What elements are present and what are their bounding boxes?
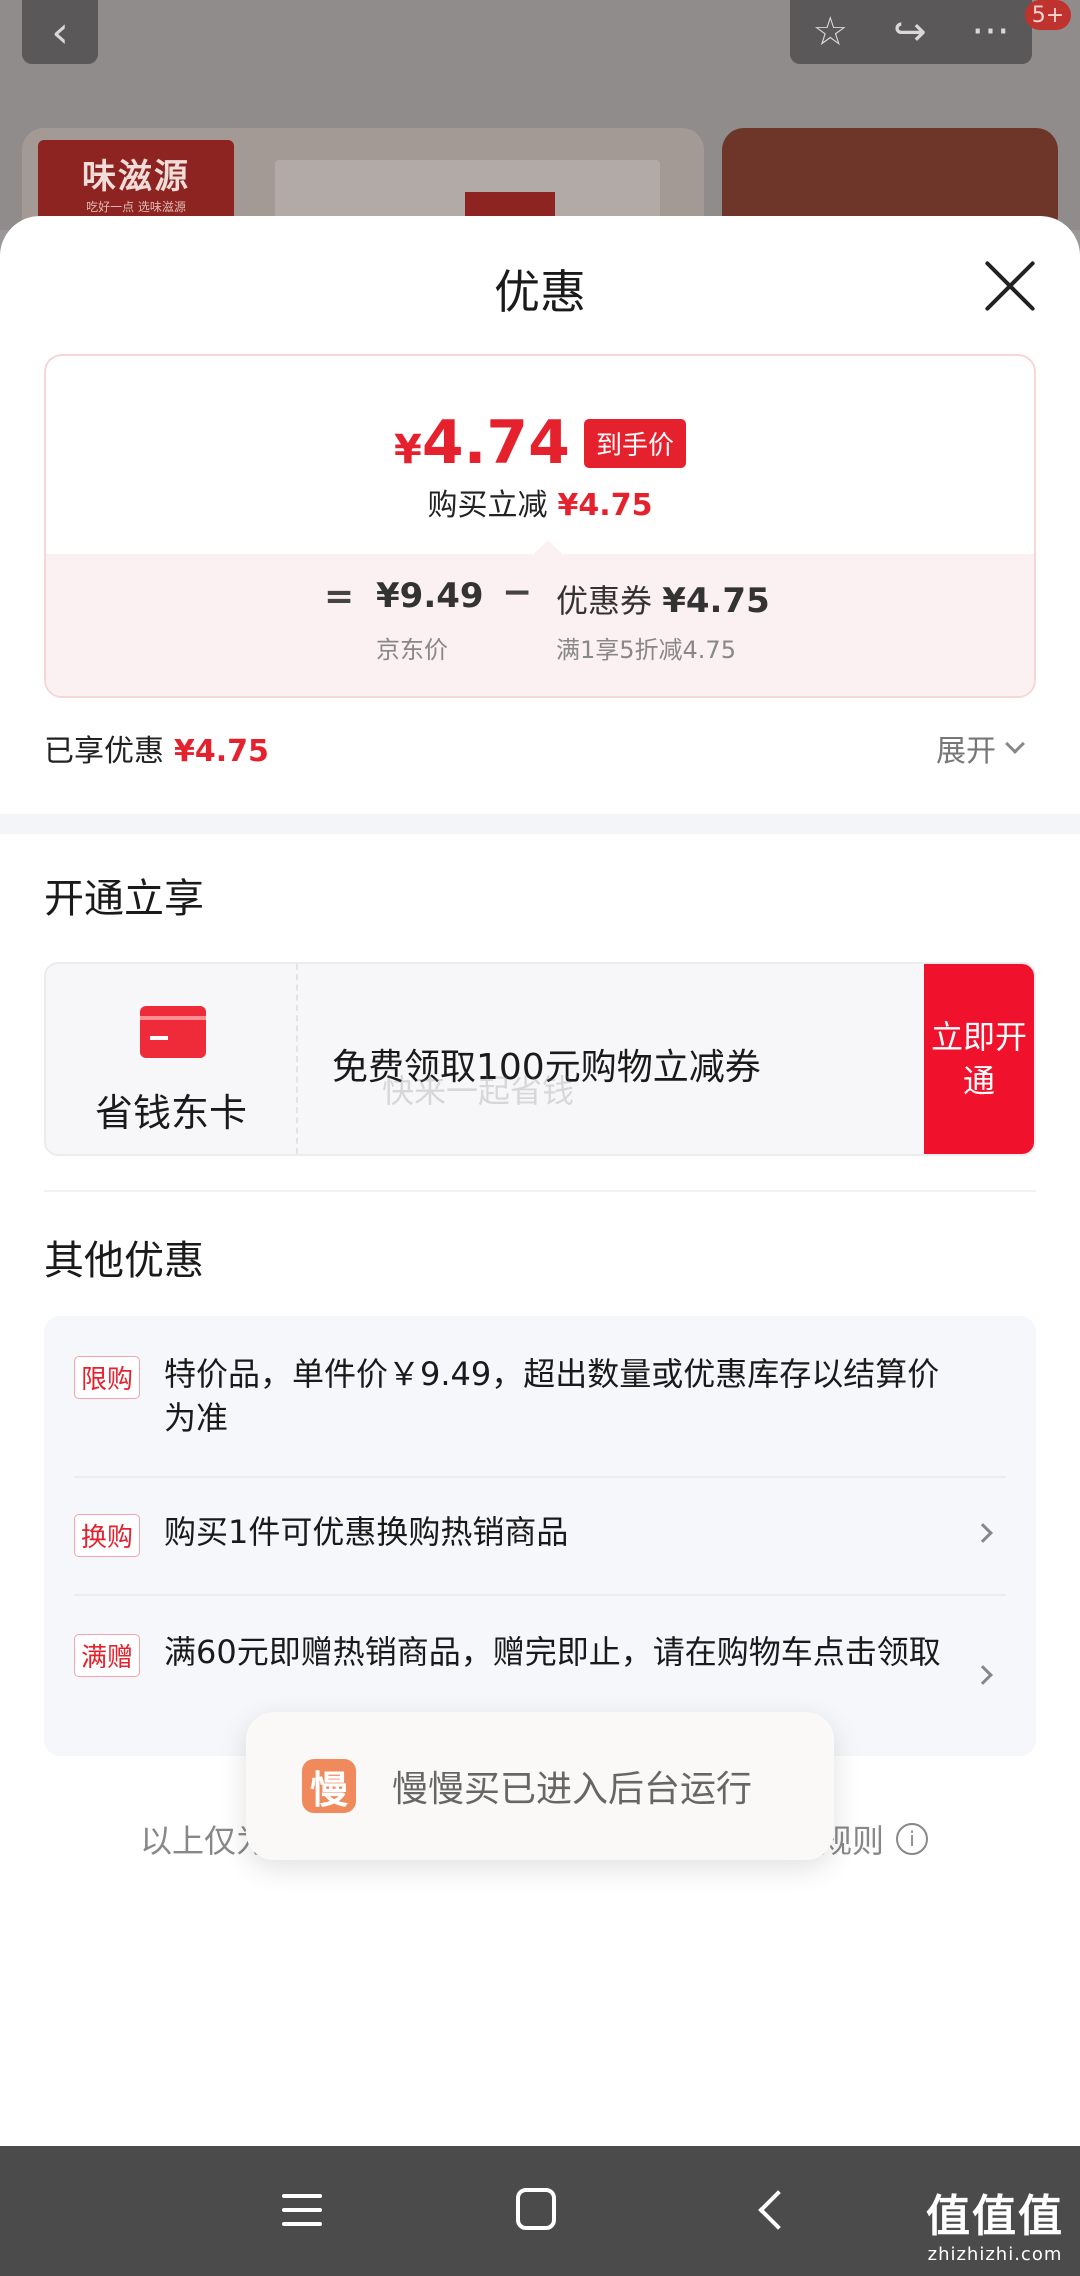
price-breakdown-box: ¥4.74 到手价 购买立减 ¥4.75 = ¥9.49 京东价 − 优惠券 ¥4… bbox=[44, 354, 1036, 698]
minus-sign: − bbox=[502, 572, 533, 613]
credit-card-icon bbox=[140, 1006, 206, 1058]
watermark-brand-name: 值值值 bbox=[926, 2191, 1064, 2242]
promo-tag: 换购 bbox=[74, 1514, 141, 1557]
toast-text: 慢慢买已进入后台运行 bbox=[392, 1769, 753, 1810]
coupon-value: 优惠券 ¥4.75 bbox=[556, 576, 770, 622]
instant-discount-row: 购买立减 ¥4.75 bbox=[46, 480, 1034, 524]
watermark-brand-domain: zhizhizhi.com bbox=[927, 2244, 1063, 2265]
coupon-amount: ¥4.75 bbox=[662, 581, 770, 621]
price-formula: = ¥9.49 京东价 − 优惠券 ¥4.75 满1享5折减4.75 bbox=[46, 537, 1034, 696]
recent-apps-icon[interactable] bbox=[282, 2190, 322, 2230]
formula-notch bbox=[531, 537, 565, 571]
watermark-brand: 值值值 zhizhizhi.com bbox=[926, 2180, 1064, 2265]
info-icon: i bbox=[896, 1823, 929, 1855]
top-action-bar: ☆ ↪ ··· bbox=[790, 0, 1032, 64]
open-section-title: 开通立享 bbox=[44, 876, 204, 922]
final-price-row: ¥4.74 到手价 bbox=[46, 408, 1034, 478]
membership-card-name: 省钱东卡 bbox=[94, 1091, 247, 1135]
membership-card[interactable]: 省钱东卡 免费领取100元购物立减券 快来一起省钱 立即开通 bbox=[44, 962, 1036, 1156]
notification-badge: 5+ bbox=[1025, 0, 1071, 30]
equals-sign: = bbox=[324, 576, 355, 617]
more-icon[interactable]: ··· bbox=[971, 9, 1009, 55]
final-price-value: 4.74 bbox=[421, 408, 570, 478]
enjoyed-label: 已享优惠 bbox=[44, 734, 164, 769]
close-icon[interactable] bbox=[982, 258, 1038, 314]
discount-sheet: 优惠 ¥4.74 到手价 购买立减 ¥4.75 = ¥9.49 京东价 − 优惠券… bbox=[0, 216, 1080, 2146]
section-separator bbox=[0, 814, 1080, 834]
enjoyed-discount: 已享优惠 ¥4.75 bbox=[44, 726, 269, 770]
back-nav-icon[interactable] bbox=[758, 2190, 798, 2230]
brand-logo: 味滋源 吃好一点 选味滋源 bbox=[38, 140, 234, 224]
chevron-right-icon bbox=[973, 1665, 993, 1685]
background-run-toast: 慢 慢慢买已进入后台运行 bbox=[246, 1712, 834, 1860]
final-price: ¥4.74 bbox=[394, 408, 570, 478]
expand-button[interactable]: 展开 bbox=[936, 726, 1025, 770]
membership-watermark: 快来一起省钱 bbox=[382, 1072, 575, 1110]
brand-logo-text: 味滋源 bbox=[82, 157, 190, 197]
chevron-left-icon: ‹ bbox=[51, 6, 69, 58]
other-discounts-list: 限购 特价品，单件价￥9.49，超出数量或优惠库存以结算价为准 换购 购买1件可… bbox=[44, 1316, 1036, 1756]
promo-text: 特价品，单件价￥9.49，超出数量或优惠库存以结算价为准 bbox=[164, 1355, 940, 1437]
expand-label: 展开 bbox=[936, 734, 996, 769]
promo-tag: 满赠 bbox=[74, 1634, 141, 1677]
coupon-rule: 满1享5折减4.75 bbox=[556, 636, 736, 664]
final-price-tag: 到手价 bbox=[583, 418, 686, 468]
list-divider bbox=[74, 1594, 1006, 1596]
chevron-right-icon bbox=[973, 1523, 993, 1543]
rules-link[interactable]: 规则 i bbox=[820, 1816, 929, 1862]
open-now-button[interactable]: 立即开通 bbox=[924, 964, 1034, 1154]
back-button[interactable]: ‹ bbox=[22, 0, 98, 64]
home-icon[interactable] bbox=[516, 2188, 556, 2230]
membership-card-left: 省钱东卡 bbox=[46, 964, 298, 1154]
sheet-title: 优惠 bbox=[494, 265, 586, 319]
enjoyed-amount: ¥4.75 bbox=[174, 734, 269, 769]
jd-price-label: 京东价 bbox=[376, 636, 448, 664]
system-navigation-bar: 值值值 zhizhizhi.com bbox=[0, 2146, 1080, 2276]
promo-tag: 限购 bbox=[74, 1356, 141, 1399]
list-divider bbox=[74, 1476, 1006, 1478]
other-section-title: 其他优惠 bbox=[44, 1238, 204, 1284]
brand-logo-slogan: 吃好一点 选味滋源 bbox=[86, 200, 186, 214]
list-item-limit: 限购 特价品，单件价￥9.49，超出数量或优惠库存以结算价为准 bbox=[74, 1352, 1006, 1442]
coupon-label: 优惠券 bbox=[556, 582, 653, 620]
jd-price: ¥9.49 bbox=[376, 576, 484, 616]
list-item-exchange[interactable]: 换购 购买1件可优惠换购热销商品 bbox=[74, 1510, 1006, 1560]
chevron-down-icon bbox=[1005, 734, 1025, 754]
promo-text: 购买1件可优惠换购热销商品 bbox=[164, 1513, 569, 1551]
share-icon[interactable]: ↪ bbox=[893, 9, 927, 55]
star-icon[interactable]: ☆ bbox=[812, 9, 848, 55]
instant-discount-label: 购买立减 bbox=[427, 488, 548, 523]
divider bbox=[44, 1190, 1036, 1192]
list-item-gift[interactable]: 满赠 满60元即赠热销商品，赠完即止，请在购物车点击领取 bbox=[74, 1630, 1006, 1720]
manmanmai-app-icon: 慢 bbox=[302, 1759, 356, 1813]
currency-symbol: ¥ bbox=[394, 427, 422, 473]
instant-discount-amount: ¥4.75 bbox=[557, 488, 653, 523]
promo-text: 满60元即赠热销商品，赠完即止，请在购物车点击领取 bbox=[164, 1633, 941, 1671]
